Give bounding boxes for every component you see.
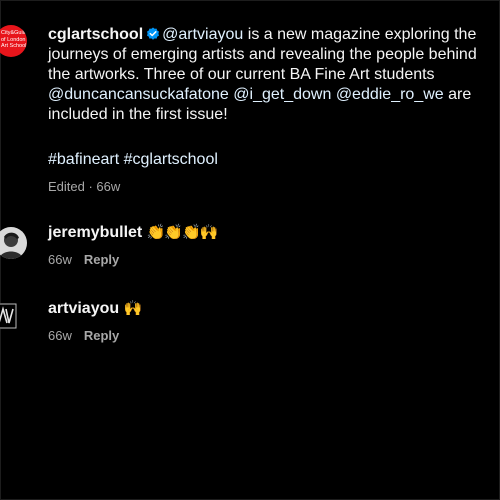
avatar[interactable]	[0, 227, 27, 259]
comment-author-username[interactable]: artviayou	[48, 300, 119, 317]
caption-text-segment: is a new magazine exploring the	[243, 26, 477, 43]
avatar[interactable]	[0, 303, 17, 329]
comment-time: 66w	[48, 328, 72, 343]
post-author-username[interactable]: cglartschool	[48, 26, 143, 43]
verified-badge-icon	[146, 27, 160, 47]
comment-emoji: 🙌	[123, 300, 143, 317]
caption-text: cglartschool @artviayou is a new magazine…	[48, 25, 498, 125]
comment-text: jeremybullet 👏👏👏🙌	[48, 223, 219, 243]
mention-link[interactable]: @duncancansuckafatone	[48, 86, 229, 103]
caption-line: cglartschool @artviayou is a new magazine…	[48, 25, 498, 45]
hashtag-link[interactable]: #bafineart	[48, 151, 119, 168]
hashtag-link[interactable]: #cglartschool	[124, 151, 218, 168]
avatar[interactable]: City&Guilds of London Art School	[0, 25, 27, 57]
caption-line: included in the first issue!	[48, 106, 228, 123]
avatar-logo-text: City&Guilds of London Art School	[1, 30, 27, 49]
post-meta: Edited · 66w	[48, 179, 121, 194]
mention-link[interactable]: @i_get_down	[233, 86, 331, 103]
comment-author-username[interactable]: jeremybullet	[48, 224, 142, 241]
comment-meta: 66w Reply	[48, 328, 119, 344]
mention-link[interactable]: @eddie_ro_we	[336, 86, 444, 103]
comment-text: artviayou 🙌	[48, 299, 143, 319]
mention-link[interactable]: @artviayou	[162, 26, 243, 43]
caption-line: @duncancansuckafatone @i_get_down @eddie…	[48, 85, 498, 105]
comments-panel: City&Guilds of London Art School cglartsch…	[0, 0, 500, 500]
comment-time: 66w	[48, 252, 72, 267]
reply-button[interactable]: Reply	[84, 252, 119, 267]
caption-text-segment: are	[443, 86, 472, 103]
hashtag-list: #bafineart #cglartschool	[48, 150, 218, 170]
caption-line: the artworks. Three of our current BA Fi…	[48, 66, 435, 83]
reply-button[interactable]: Reply	[84, 328, 119, 343]
comment-meta: 66w Reply	[48, 252, 119, 268]
comment-emoji: 👏👏👏🙌	[146, 224, 219, 241]
caption-line: journeys of emerging artists and reveali…	[48, 46, 477, 63]
